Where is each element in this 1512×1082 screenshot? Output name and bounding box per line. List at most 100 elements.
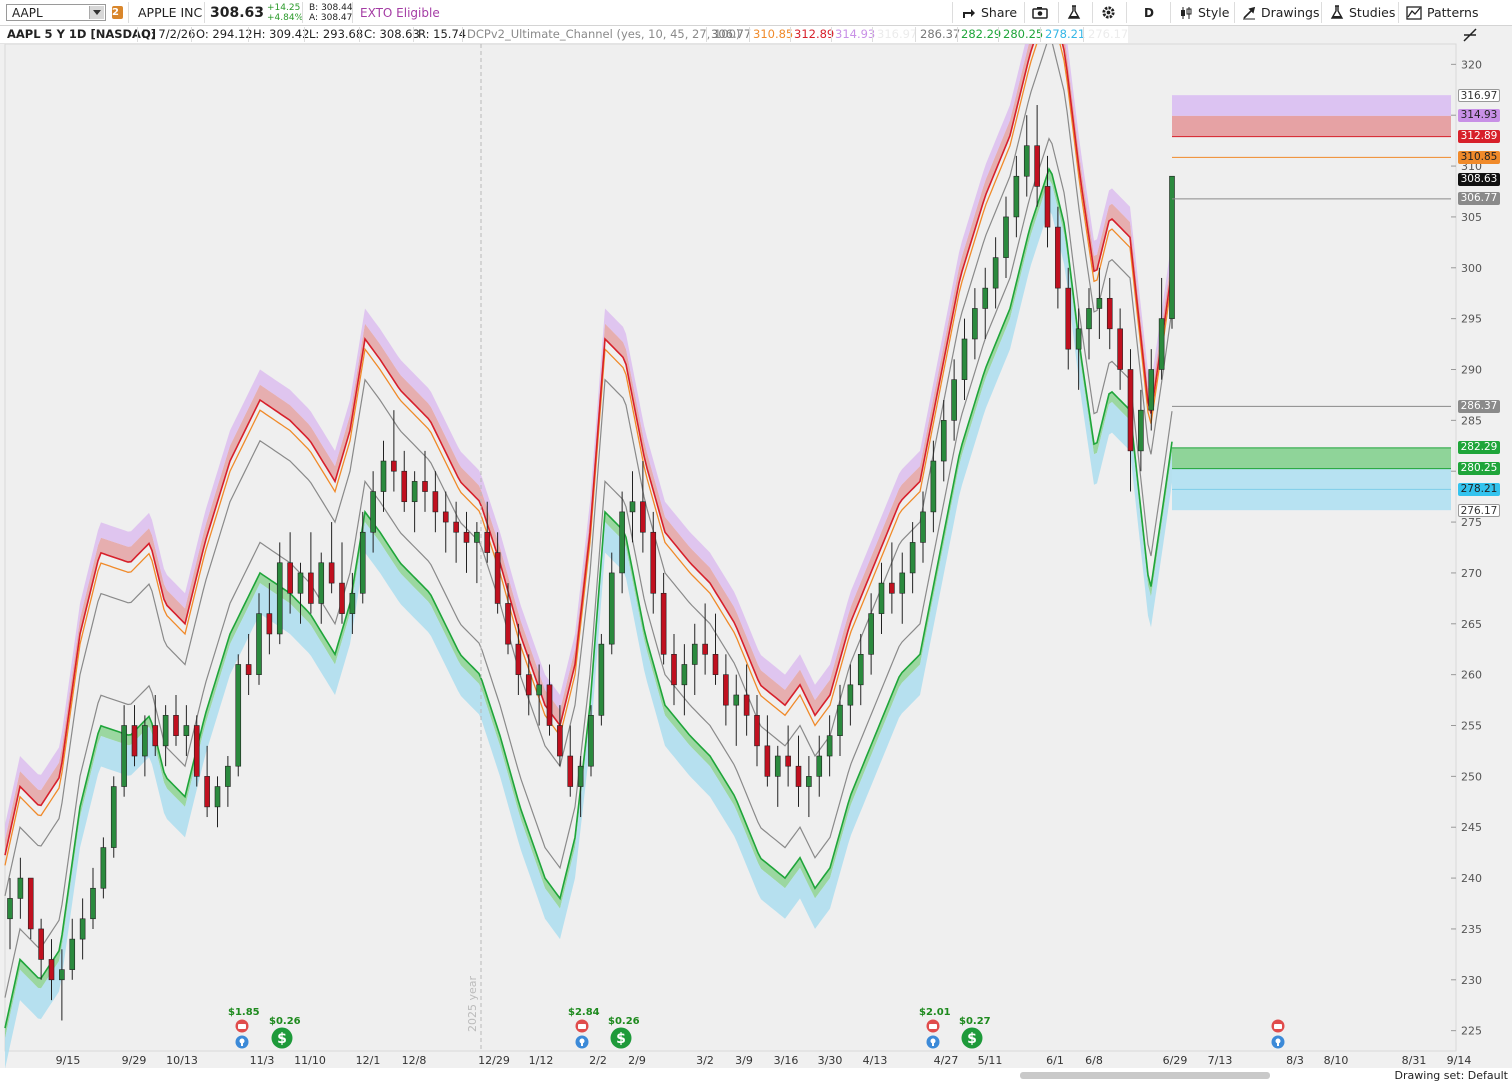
x-tick-label: 9/29 bbox=[122, 1054, 147, 1067]
candle-body bbox=[712, 654, 719, 675]
x-tick-label: 9/14 bbox=[1447, 1054, 1472, 1067]
aggregation-selector[interactable]: D bbox=[1144, 0, 1154, 25]
candle-body bbox=[494, 552, 501, 604]
candle-body bbox=[1138, 409, 1144, 452]
candle-body bbox=[598, 643, 605, 716]
linked-tab-badge[interactable]: 2 bbox=[112, 6, 123, 19]
x-tick-label: 5/11 bbox=[978, 1054, 1003, 1067]
info-bulb-icon[interactable] bbox=[1271, 1035, 1285, 1049]
candle-body bbox=[806, 776, 812, 787]
bar-close: C: 308.63 bbox=[364, 27, 420, 41]
axis-drawing-icon[interactable] bbox=[1462, 27, 1478, 43]
share-label: Share bbox=[981, 5, 1018, 20]
candle-body bbox=[318, 562, 325, 604]
x-tick-label: 8/31 bbox=[1402, 1054, 1427, 1067]
study-value-outer-lower: 276.17 bbox=[1088, 27, 1129, 41]
candle-body bbox=[557, 725, 563, 757]
candle-body bbox=[940, 420, 947, 462]
drawing-set-label[interactable]: Drawing set: Default bbox=[1395, 1069, 1508, 1082]
candle-body bbox=[982, 287, 989, 309]
gear-icon bbox=[1102, 6, 1115, 19]
candle-body bbox=[681, 664, 688, 686]
candle-body bbox=[1075, 328, 1082, 350]
screenshot-button[interactable] bbox=[1032, 0, 1048, 25]
candle-body bbox=[837, 704, 843, 736]
candle-body bbox=[868, 613, 874, 655]
candle-body bbox=[401, 470, 408, 503]
candle-style-icon bbox=[1181, 6, 1192, 19]
candle-body bbox=[391, 460, 397, 472]
net-change-pct: +4.84% bbox=[267, 13, 304, 23]
candle-body bbox=[1003, 216, 1009, 258]
candle-body bbox=[525, 674, 532, 696]
candle-body bbox=[764, 745, 771, 777]
candle-body bbox=[100, 847, 107, 889]
candle-body bbox=[214, 786, 221, 808]
candle-body bbox=[1065, 287, 1072, 350]
style-button[interactable]: Style bbox=[1179, 0, 1229, 25]
bid-price: B: 308.44 bbox=[309, 3, 353, 13]
candle-body bbox=[442, 511, 449, 523]
candle-body bbox=[608, 572, 615, 645]
drawings-button[interactable]: Drawings bbox=[1242, 0, 1320, 25]
dividend-value: $0.27 bbox=[959, 1016, 991, 1027]
dividend-dollar-icon[interactable]: $ bbox=[961, 1027, 983, 1049]
price-label: 312.89 bbox=[1458, 130, 1500, 144]
candle-body bbox=[121, 725, 127, 787]
x-tick-label: 4/27 bbox=[934, 1054, 959, 1067]
candle-body bbox=[847, 684, 854, 706]
dividend-dollar-icon[interactable]: $ bbox=[271, 1027, 293, 1049]
x-tick-label: 1/12 bbox=[529, 1054, 554, 1067]
earnings-phone-icon[interactable] bbox=[575, 1019, 589, 1033]
info-bulb-icon[interactable] bbox=[575, 1035, 589, 1049]
study-name[interactable]: DCPv2_Ultimate_Channel (yes, 10, 45, 27,… bbox=[467, 27, 740, 41]
earnings-phone-icon[interactable] bbox=[926, 1019, 940, 1033]
x-tick-label: 6/1 bbox=[1046, 1054, 1064, 1067]
candle-body bbox=[1169, 175, 1175, 319]
candle-body bbox=[878, 582, 885, 614]
x-tick-label: 7/13 bbox=[1208, 1054, 1233, 1067]
earnings-value: $2.01 bbox=[919, 1007, 951, 1018]
y-tick-label: 300 bbox=[1461, 262, 1482, 275]
info-bulb-icon[interactable] bbox=[235, 1035, 249, 1049]
candle-body bbox=[474, 531, 480, 543]
settings-button[interactable] bbox=[1101, 0, 1116, 25]
study-value-green-1: 282.29 bbox=[961, 27, 1002, 41]
candle-body bbox=[1158, 318, 1165, 370]
price-chart[interactable]: 2252302352402452502552602652702752802852… bbox=[0, 0, 1512, 1082]
flask-button[interactable] bbox=[1067, 0, 1081, 25]
dividend-dollar-icon[interactable]: $ bbox=[610, 1027, 632, 1049]
last-price: 308.63 bbox=[210, 4, 265, 21]
proj-red-zone bbox=[1172, 115, 1451, 137]
proj-purple-zone bbox=[1172, 95, 1451, 116]
candle-body bbox=[38, 928, 44, 960]
candle-body bbox=[1127, 369, 1134, 452]
candle-body bbox=[826, 735, 833, 757]
symbol-input[interactable]: AAPL bbox=[6, 4, 106, 21]
share-button[interactable]: Share bbox=[962, 0, 1017, 25]
candle-body bbox=[961, 338, 968, 380]
y-tick-label: 255 bbox=[1461, 720, 1482, 733]
price-label: 278.21 bbox=[1458, 482, 1500, 496]
candle-body bbox=[380, 460, 387, 492]
candle-body bbox=[650, 531, 657, 594]
flask-icon bbox=[1067, 5, 1081, 19]
y-tick-label: 295 bbox=[1461, 313, 1482, 326]
studies-button[interactable]: Studies bbox=[1330, 0, 1395, 25]
y-tick-label: 240 bbox=[1461, 872, 1482, 885]
bar-high: H: 309.42 bbox=[253, 27, 310, 41]
info-bulb-icon[interactable] bbox=[926, 1035, 940, 1049]
candle-body bbox=[567, 755, 574, 787]
candle-body bbox=[411, 481, 418, 503]
patterns-button[interactable]: Patterns bbox=[1406, 0, 1478, 25]
candle-body bbox=[795, 765, 802, 787]
candle-body bbox=[619, 511, 625, 574]
y-tick-label: 235 bbox=[1461, 923, 1482, 936]
svg-text:$: $ bbox=[616, 1031, 626, 1047]
earnings-phone-icon[interactable] bbox=[1271, 1019, 1285, 1033]
symbol-dropdown-icon[interactable] bbox=[89, 6, 104, 19]
price-label: 276.17 bbox=[1458, 503, 1500, 517]
earnings-phone-icon[interactable] bbox=[235, 1019, 249, 1033]
candle-body bbox=[816, 755, 823, 777]
candle-body bbox=[1023, 145, 1030, 177]
